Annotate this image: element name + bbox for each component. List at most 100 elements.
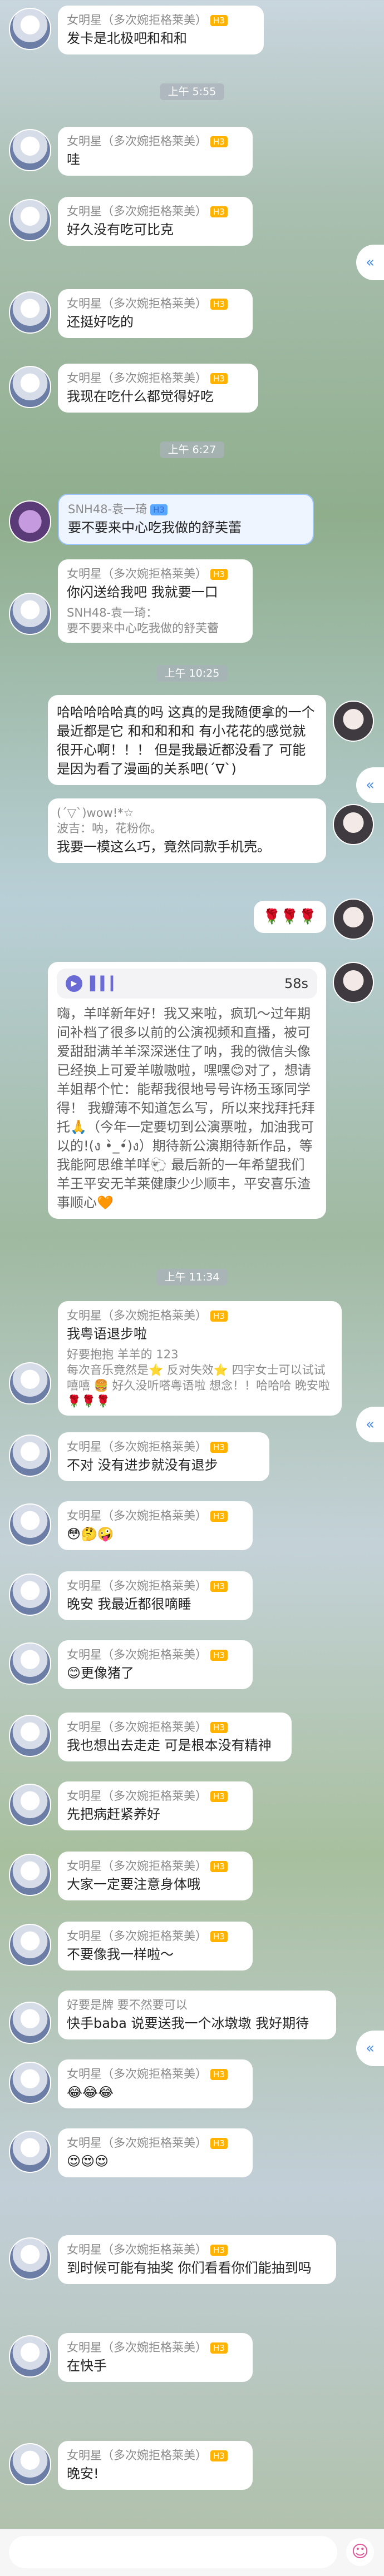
message-bubble[interactable]: 女明星（多次婉拒格莱美） H3 我粤语退步啦 好要抱抱 羊羊的 123 每次音乐竟…	[58, 1301, 342, 1416]
sender-name: 女明星（多次婉拒格莱美）	[67, 1789, 207, 1803]
timestamp: 上午 11:34	[156, 1269, 228, 1285]
avatar[interactable]	[9, 366, 51, 408]
sender-name: 女明星（多次婉拒格莱美）	[67, 1720, 207, 1734]
sender-name: 女明星（多次婉拒格莱美）	[67, 13, 207, 27]
fan-level-badge: H3	[210, 1722, 228, 1733]
collapse-panel-button[interactable]: «	[356, 767, 384, 803]
message-text: 😳🤔🤪	[67, 1526, 114, 1542]
fan-level-badge: H3	[210, 1861, 228, 1872]
timestamp: 上午 6:27	[160, 441, 224, 458]
message-bubble[interactable]: 女明星（多次婉拒格莱美） H3 我现在吃什么都觉得好吃	[58, 364, 258, 413]
message-text: 我粤语退步啦	[67, 1326, 147, 1342]
message-bubble[interactable]: 好要是牌 要不然要可以 快手baba 说要送我一个冰墩墩 我好期待	[58, 1991, 336, 2039]
waveform-icon: ▌▍▎	[90, 976, 121, 991]
message-bubble[interactable]: 女明星（多次婉拒格莱美） H3 大家一定要注意身体哦	[58, 1852, 253, 1900]
avatar[interactable]	[9, 199, 51, 241]
fan-level-badge: H3	[210, 1791, 228, 1802]
message-bubble[interactable]: ▶ ▌▍▎ 58s 嗨，羊咩新年好！我又来啦，疯玑～过年期间补档了很多以前的公演…	[48, 962, 326, 1219]
fan-level-badge: H3	[210, 1650, 228, 1661]
message-bubble[interactable]: 女明星（多次婉拒格莱美） H3 你闪送给我吧 我就要一口 SNH48-袁一琦： 要…	[58, 559, 253, 643]
avatar[interactable]	[9, 1362, 51, 1404]
collapse-panel-button[interactable]: «	[356, 2031, 384, 2066]
sender-name: 女明星（多次婉拒格莱美）	[67, 1579, 207, 1592]
message-bubble[interactable]: 哈哈哈哈哈真的吗 这真的是我随便拿的一个 最近都是它 和和和和和 有小花花的感觉…	[48, 695, 326, 785]
avatar[interactable]	[9, 8, 51, 50]
message-bubble[interactable]: 女明星（多次婉拒格莱美） H3 到时候可能有抽奖 你们看看你们能抽到吗	[58, 2235, 336, 2284]
avatar[interactable]	[9, 1715, 51, 1757]
message-bubble[interactable]: 女明星（多次婉拒格莱美） H3 哇	[58, 127, 253, 176]
sender-name: SNH48-袁一琦	[68, 503, 147, 516]
fan-level-badge: H3	[150, 504, 168, 515]
chat-area[interactable]: 女明星（多次婉拒格莱美） H3 发卡是北极吧和和和 上午 5:55 女明星（多次婉…	[0, 0, 384, 2529]
fan-level-badge: H3	[210, 136, 228, 147]
emoji-icon[interactable]: ☺	[346, 2538, 374, 2566]
avatar[interactable]	[9, 1435, 51, 1477]
message-bubble[interactable]: 女明星（多次婉拒格莱美） H3 晚安 我最近都很嘀睡	[58, 1571, 253, 1620]
avatar[interactable]	[9, 291, 51, 334]
voice-message[interactable]: ▶ ▌▍▎ 58s	[57, 969, 317, 999]
avatar[interactable]	[9, 1642, 51, 1685]
message-text: 晚安!	[67, 2466, 99, 2481]
avatar[interactable]	[9, 500, 51, 543]
avatar[interactable]	[9, 1784, 51, 1826]
message-bubble[interactable]: 女明星（多次婉拒格莱美） H3 😍😍😍	[58, 2128, 253, 2177]
message-text: 我也想出去走走 可是根本没有精神	[67, 1738, 272, 1753]
avatar[interactable]	[9, 593, 51, 635]
message-text: 哇	[67, 152, 80, 167]
message-bubble[interactable]: 女明星（多次婉拒格莱美） H3 不对 没有进步就没有退步	[58, 1432, 269, 1481]
message-bubble[interactable]: 女明星（多次婉拒格莱美） H3 😊更像猪了	[58, 1640, 253, 1689]
avatar[interactable]	[9, 1854, 51, 1896]
avatar[interactable]	[9, 1924, 51, 1966]
message-bubble[interactable]: 女明星（多次婉拒格莱美） H3 😂😂😂	[58, 2059, 253, 2108]
message-bubble[interactable]: 女明星（多次婉拒格莱美） H3 先把病赶紧养好	[58, 1781, 253, 1830]
message-bubble[interactable]: 女明星（多次婉拒格莱美） H3 不要像我一样啦～	[58, 1922, 253, 1971]
avatar[interactable]	[9, 2131, 51, 2173]
message-text: 😍😍😍	[67, 2153, 109, 2169]
sender-name: 女明星（多次婉拒格莱美）	[67, 567, 207, 580]
sender-name: 女明星（多次婉拒格莱美）	[67, 2067, 207, 2081]
avatar[interactable]	[333, 804, 374, 845]
collapse-panel-button[interactable]: «	[356, 245, 384, 280]
avatar[interactable]	[9, 2335, 51, 2378]
fan-level-badge: H3	[210, 2245, 228, 2256]
avatar[interactable]	[9, 1503, 51, 1546]
avatar[interactable]	[9, 2237, 51, 2280]
fan-level-badge: H3	[210, 206, 228, 217]
message-bubble[interactable]: 女明星（多次婉拒格莱美） H3 在快手	[58, 2333, 253, 2382]
avatar[interactable]	[333, 701, 374, 742]
message-text: 我现在吃什么都觉得好吃	[67, 389, 214, 404]
collapse-panel-button[interactable]: «	[356, 1407, 384, 1442]
message-bubble[interactable]: 女明星（多次婉拒格莱美） H3 发卡是北极吧和和和	[58, 6, 264, 54]
message-text: 大家一定要注意身体哦	[67, 1877, 200, 1892]
sender-name: 女明星（多次婉拒格莱美）	[67, 1440, 207, 1453]
message-text: 要不要来中心吃我做的舒芙蕾	[68, 520, 242, 535]
message-bubble[interactable]: 女明星（多次婉拒格莱美） H3 晚安!	[58, 2441, 253, 2490]
play-icon[interactable]: ▶	[66, 975, 82, 992]
message-text: 不对 没有进步就没有退步	[67, 1457, 218, 1473]
message-input-bar: ☺	[0, 2529, 384, 2576]
avatar[interactable]	[9, 129, 51, 171]
message-bubble[interactable]: SNH48-袁一琦 H3 要不要来中心吃我做的舒芙蕾	[58, 494, 314, 545]
avatar[interactable]	[333, 962, 374, 1003]
fan-level-badge: H3	[210, 1442, 228, 1453]
message-text: 我要一模这么巧，竟然同款手机壳。	[57, 839, 270, 855]
avatar[interactable]	[333, 899, 374, 940]
avatar[interactable]	[9, 1574, 51, 1616]
message-bubble[interactable]: 🌹🌹🌹	[254, 901, 326, 933]
sender-name: 女明星（多次婉拒格莱美）	[67, 205, 207, 218]
message-input[interactable]	[9, 2536, 337, 2568]
message-bubble[interactable]: 女明星（多次婉拒格莱美） H3 好久没有吃可比克	[58, 197, 253, 246]
message-bubble[interactable]: 女明星（多次婉拒格莱美） H3 我也想出去走走 可是根本没有精神	[58, 1713, 292, 1761]
message-text: 还挺好吃的	[67, 314, 134, 330]
message-bubble[interactable]: (´▽`)wow!*☆ 波吉：呐，花粉你。 我要一模这么巧，竟然同款手机壳。	[48, 798, 326, 863]
avatar[interactable]	[9, 2062, 51, 2104]
timestamp: 上午 10:25	[156, 665, 228, 682]
message-text: 你闪送给我吧 我就要一口	[67, 584, 218, 600]
message-text: 先把病赶紧养好	[67, 1806, 160, 1822]
message-bubble[interactable]: 女明星（多次婉拒格莱美） H3 😳🤔🤪	[58, 1501, 253, 1550]
message-bubble[interactable]: 女明星（多次婉拒格莱美） H3 还挺好吃的	[58, 289, 253, 338]
fan-level-badge: H3	[210, 2138, 228, 2149]
avatar[interactable]	[9, 2002, 51, 2044]
message-text: 快手baba 说要送我一个冰墩墩 我好期待	[67, 2016, 309, 2031]
avatar[interactable]	[9, 2443, 51, 2485]
